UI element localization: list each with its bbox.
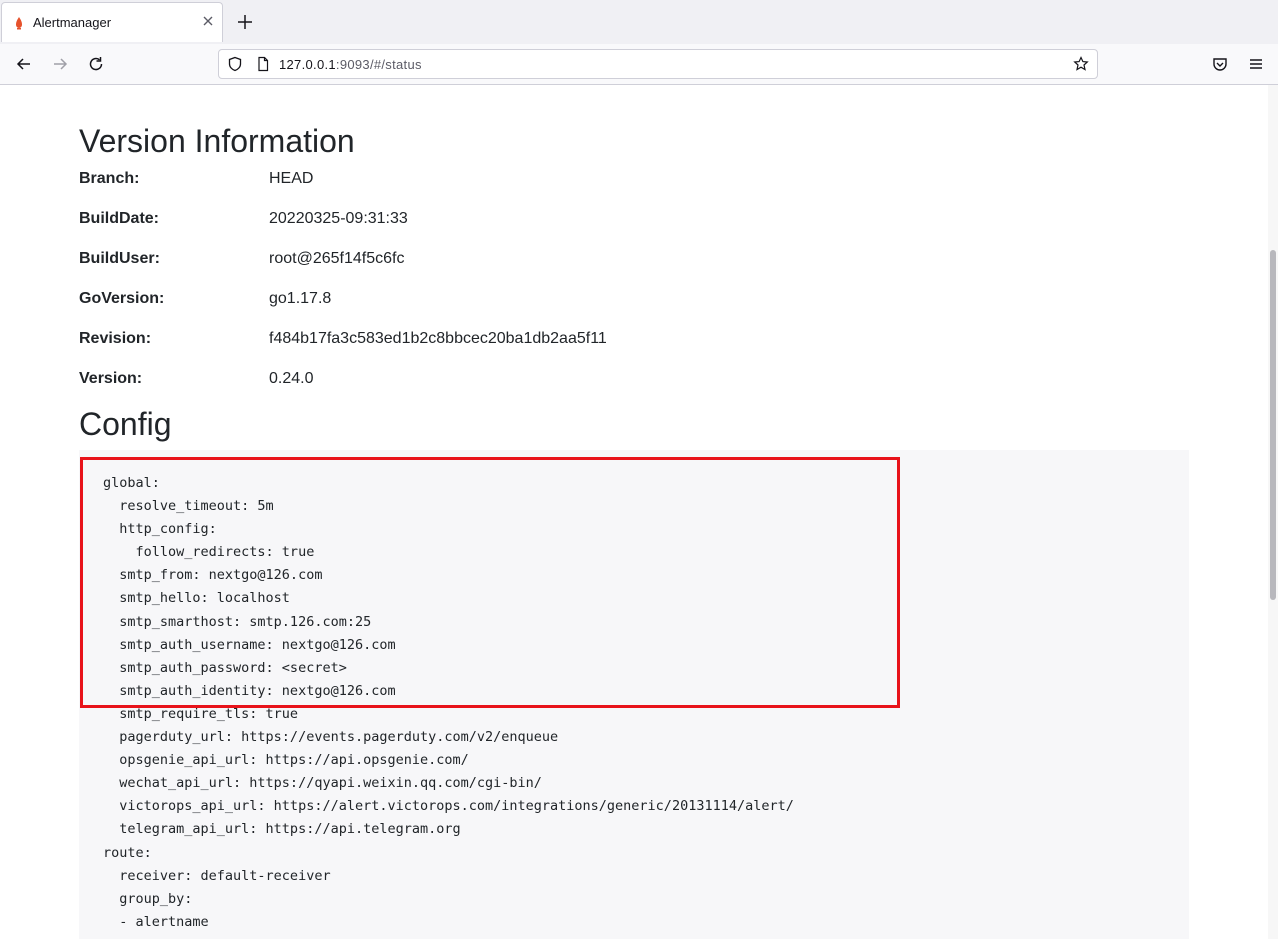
config-line: telegram_api_url: https://api.telegram.o… <box>103 821 461 838</box>
browser-tab[interactable]: Alertmanager <box>1 2 223 42</box>
config-line: group_by: <box>103 890 193 907</box>
config-text: global: resolve_timeout: 5m http_config:… <box>103 472 794 934</box>
info-value: 0.24.0 <box>269 370 314 387</box>
config-line: smtp_auth_identity: nextgo@126.com <box>103 682 396 699</box>
config-line: smtp_from: nextgo@126.com <box>103 567 323 584</box>
info-value: 20220325-09:31:33 <box>269 210 408 227</box>
config-line: receiver: default-receiver <box>103 867 331 884</box>
config-line: route: <box>103 844 152 861</box>
info-value: go1.17.8 <box>269 290 332 307</box>
alertmanager-favicon-icon <box>12 16 26 30</box>
info-key: GoVersion: <box>79 290 165 307</box>
shield-icon[interactable] <box>227 56 243 72</box>
config-line: opsgenie_api_url: https://api.opsgenie.c… <box>103 752 469 769</box>
new-tab-button[interactable] <box>234 11 256 33</box>
page-icon[interactable] <box>255 56 271 72</box>
config-line: smtp_require_tls: true <box>103 705 299 722</box>
close-tab-icon[interactable] <box>200 13 216 29</box>
info-row-revision: Revision: f484b17fa3c583ed1b2c8bbcec20ba… <box>79 330 979 354</box>
config-line: smtp_smarthost: smtp.126.com:25 <box>103 613 372 630</box>
config-line: wechat_api_url: https://qyapi.weixin.qq.… <box>103 775 542 792</box>
url-host: 127.0.0.1 <box>279 57 336 72</box>
info-key: Version: <box>79 370 143 387</box>
info-value: HEAD <box>269 170 314 187</box>
forward-button[interactable] <box>50 54 70 74</box>
info-row-version: Version: 0.24.0 <box>79 370 979 394</box>
scrollbar[interactable] <box>1268 85 1278 939</box>
address-bar[interactable]: 127.0.0.1:9093/#/status <box>218 49 1098 79</box>
config-line: smtp_auth_username: nextgo@126.com <box>103 636 396 653</box>
menu-icon[interactable] <box>1246 54 1266 74</box>
back-button[interactable] <box>14 54 34 74</box>
info-key: BuildDate: <box>79 210 159 227</box>
config-line: http_config: <box>103 521 217 538</box>
config-line: smtp_hello: localhost <box>103 590 290 607</box>
info-key: Revision: <box>79 330 152 347</box>
info-row-goversion: GoVersion: go1.17.8 <box>79 290 979 314</box>
info-key: Branch: <box>79 170 140 187</box>
info-row-branch: Branch: HEAD <box>79 170 979 194</box>
info-key: BuildUser: <box>79 250 160 267</box>
scrollbar-thumb[interactable] <box>1270 250 1276 600</box>
info-row-builduser: BuildUser: root@265f14f5c6fc <box>79 250 979 274</box>
url-text: 127.0.0.1:9093/#/status <box>279 57 422 72</box>
config-line: global: <box>103 475 160 491</box>
config-block: global: resolve_timeout: 5m http_config:… <box>79 450 1189 939</box>
pocket-icon[interactable] <box>1210 54 1230 74</box>
config-line: - alertname <box>103 913 209 930</box>
config-line: pagerduty_url: https://events.pagerduty.… <box>103 729 559 746</box>
config-heading: Config <box>79 406 172 442</box>
info-value: root@265f14f5c6fc <box>269 250 405 267</box>
navigation-bar: 127.0.0.1:9093/#/status <box>0 44 1278 85</box>
info-row-builddate: BuildDate: 20220325-09:31:33 <box>79 210 979 234</box>
version-heading: Version Information <box>79 123 355 159</box>
info-value: f484b17fa3c583ed1b2c8bbcec20ba1db2aa5f11 <box>269 330 607 347</box>
url-path: :9093/#/status <box>335 57 422 72</box>
bookmark-star-icon[interactable] <box>1073 56 1089 72</box>
config-line: follow_redirects: true <box>103 544 315 561</box>
tab-bar: Alertmanager <box>0 0 1278 44</box>
config-line: smtp_auth_password: <secret> <box>103 659 347 676</box>
page-content: Version Information Branch: HEAD BuildDa… <box>0 85 1268 939</box>
reload-button[interactable] <box>86 54 106 74</box>
config-line: victorops_api_url: https://alert.victoro… <box>103 798 794 815</box>
config-line: resolve_timeout: 5m <box>103 498 274 515</box>
tab-title: Alertmanager <box>33 15 112 30</box>
